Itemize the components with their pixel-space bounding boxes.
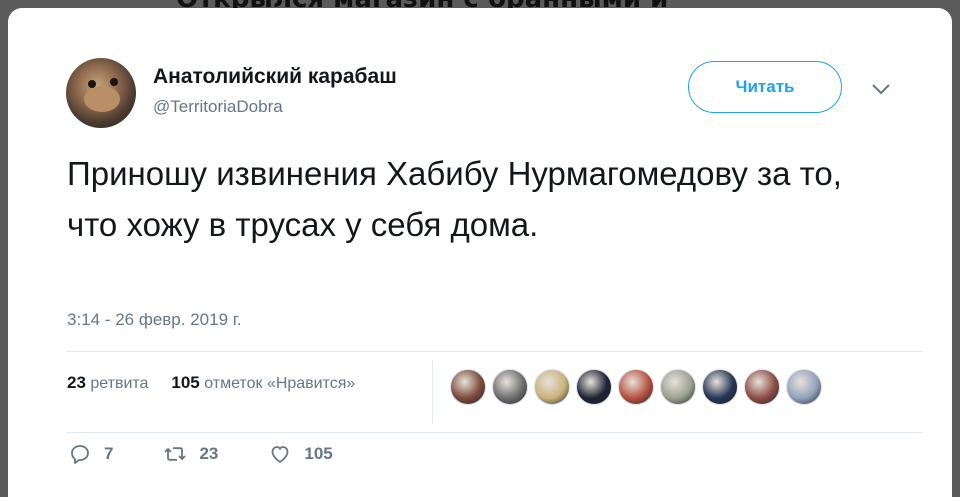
tweet-card: Анатолийский карабаш @TerritoriaDobra Чи… [8,8,952,497]
stats-separator [432,360,433,424]
retweet-count: 23 [199,444,219,463]
tweet-actions: 7 23 105 [68,442,383,466]
likes-count[interactable]: 105 [171,373,199,392]
divider-bottom [66,432,922,433]
avatar-woman-red[interactable] [618,369,654,405]
divider-top [66,351,922,352]
avatar-stone[interactable] [660,369,696,405]
like-button[interactable]: 105 [268,442,333,466]
reply-icon [71,445,89,464]
retweets-label[interactable]: ретвита [90,375,148,392]
chevron-down-icon[interactable] [870,82,892,96]
tweet-stats: 23 ретвита 105 отметок «Нравится» [67,373,355,393]
reply-button[interactable]: 7 [68,442,113,466]
author-avatar[interactable] [66,58,136,128]
likes-label[interactable]: отметок «Нравится» [204,375,355,392]
retweets-count[interactable]: 23 [67,373,86,392]
retweet-button[interactable]: 23 [163,442,218,466]
liker-avatars [450,369,822,405]
avatar-earth-night[interactable] [702,369,738,405]
retweet-icon [164,447,187,461]
heart-icon [271,446,289,463]
reply-count: 7 [104,444,114,463]
avatar-woman-dark-hair[interactable] [450,369,486,405]
tweet-timestamp[interactable]: 3:14 - 26 февр. 2019 г. [67,310,242,330]
follow-button[interactable]: Читать [688,61,842,113]
author-name[interactable]: Анатолийский карабаш [153,65,397,89]
like-count: 105 [304,444,333,463]
tweet-text: Приношу извинения Хабибу Нурмагомедову з… [67,155,842,243]
author-handle[interactable]: @TerritoriaDobra [153,97,283,117]
avatar-woman[interactable] [744,369,780,405]
avatar-black-white[interactable] [492,369,528,405]
avatar-valknut[interactable] [576,369,612,405]
avatar-plate[interactable] [534,369,570,405]
avatar-car[interactable] [786,369,822,405]
